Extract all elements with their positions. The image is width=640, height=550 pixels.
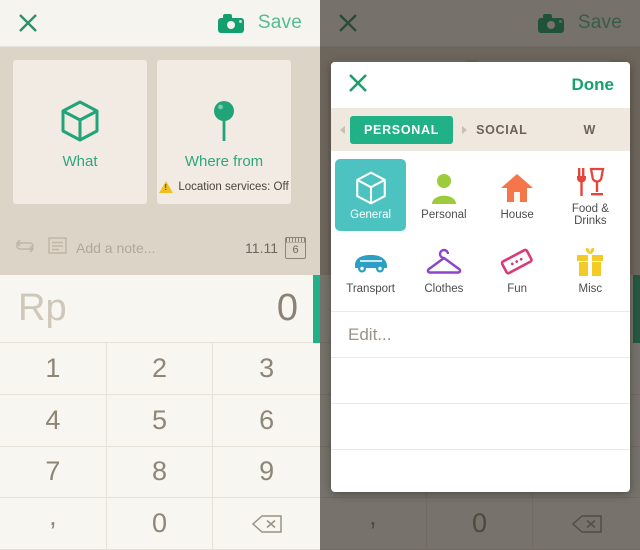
category-label: Food & Drinks (571, 202, 609, 227)
top-bar-left: Save (0, 0, 320, 47)
category-tab-bar: PERSONAL SOCIAL W (331, 108, 630, 151)
location-warning: Location services: Off (157, 181, 291, 193)
note-row: Add a note... 11.11 6 (0, 233, 320, 263)
calendar-icon[interactable]: 6 (285, 237, 306, 259)
amount-display[interactable]: Rp 0 (0, 275, 320, 343)
ticket-icon (499, 244, 535, 280)
key-9[interactable]: 9 (213, 447, 320, 499)
category-transport[interactable]: Transport (335, 233, 406, 305)
category-label: House (500, 208, 534, 221)
close-x-icon (349, 73, 367, 92)
close-x-icon (19, 14, 37, 32)
phone-screen-right: Save What (320, 0, 640, 550)
key-7[interactable]: 7 (0, 446, 107, 499)
category-general[interactable]: General (335, 159, 407, 231)
location-warning-text: Location services: Off (178, 181, 289, 193)
key-8[interactable]: 8 (106, 446, 214, 499)
close-button[interactable] (0, 0, 56, 47)
detail-panel: What Where from Location services: Off (0, 47, 320, 275)
chevron-left-icon[interactable] (340, 125, 345, 134)
where-from-card[interactable]: Where from Location services: Off (157, 60, 291, 204)
category-label: Fun (507, 282, 528, 295)
calendar-day: 6 (292, 244, 299, 256)
key-4[interactable]: 4 (0, 394, 107, 447)
amount-value: 0 (276, 287, 298, 329)
category-label: Personal (421, 208, 467, 221)
currency-label: Rp (18, 287, 67, 329)
tab-social[interactable]: SOCIAL (476, 123, 527, 137)
category-label: Misc (578, 282, 603, 295)
phone-screen-left: Save What Where from ! Location services… (0, 0, 320, 550)
category-picker-modal: Done PERSONAL SOCIAL W General Personal … (331, 62, 630, 492)
key-0[interactable]: 0 (106, 498, 214, 550)
list-item[interactable] (331, 357, 630, 403)
category-clothes[interactable]: Clothes (408, 233, 479, 305)
list-item[interactable] (331, 403, 630, 449)
person-icon (430, 170, 458, 206)
detail-cards: What Where from Location services: Off (0, 47, 320, 204)
what-card[interactable]: What (13, 60, 147, 204)
category-grid: General Personal House Food & Drinks Tra… (331, 151, 630, 311)
note-input[interactable]: Add a note... (76, 240, 155, 256)
numeric-keypad: 1 2 3 4 5 6 7 8 9 , 0 (0, 343, 320, 550)
key-6[interactable]: 6 (213, 395, 320, 447)
category-fun[interactable]: Fun (482, 233, 553, 305)
save-button[interactable]: Save (258, 12, 302, 34)
category-food-drinks[interactable]: Food & Drinks (555, 159, 626, 231)
category-personal[interactable]: Personal (408, 159, 479, 231)
house-icon (500, 170, 534, 206)
where-from-card-label: Where from (184, 153, 264, 170)
map-pin-icon (157, 99, 291, 145)
tab-work[interactable]: W (584, 123, 597, 137)
category-label: Clothes (424, 282, 464, 295)
box-icon (354, 170, 388, 206)
key-5[interactable]: 5 (106, 394, 214, 447)
box-icon (13, 99, 147, 143)
camera-lens (226, 20, 235, 29)
category-label: General (350, 208, 392, 221)
category-misc[interactable]: Misc (555, 233, 626, 305)
time-label[interactable]: 11.11 (245, 240, 278, 256)
modal-close-button[interactable] (347, 72, 369, 99)
calendar-top (286, 238, 305, 243)
camera-dot (238, 19, 242, 23)
category-label: Transport (346, 282, 396, 295)
car-icon (352, 244, 390, 280)
note-right-controls: 11.11 6 (245, 237, 306, 259)
done-button[interactable]: Done (572, 75, 615, 95)
gift-icon (574, 244, 606, 280)
tab-personal[interactable]: PERSONAL (350, 115, 454, 144)
chevron-right-icon[interactable] (462, 125, 468, 134)
category-house[interactable]: House (482, 159, 553, 231)
note-lines-icon[interactable] (48, 237, 67, 259)
camera-button[interactable] (217, 13, 244, 33)
key-comma[interactable]: , (0, 498, 107, 550)
what-card-label: What (62, 153, 98, 170)
warning-triangle-icon (159, 181, 174, 193)
key-backspace[interactable] (213, 498, 320, 550)
backspace-icon (251, 514, 283, 534)
edit-categories-row[interactable]: Edit... (331, 311, 630, 357)
key-1[interactable]: 1 (0, 343, 107, 395)
app-screenshot: Save What Where from ! Location services… (0, 0, 640, 550)
list-item[interactable] (331, 449, 630, 492)
repeat-icon[interactable] (14, 237, 36, 260)
key-2[interactable]: 2 (106, 343, 214, 395)
food-drink-icon (574, 164, 606, 200)
hanger-icon (425, 244, 463, 280)
modal-header: Done (331, 62, 630, 108)
key-3[interactable]: 3 (213, 343, 320, 395)
amount-accent-bar (313, 275, 320, 343)
